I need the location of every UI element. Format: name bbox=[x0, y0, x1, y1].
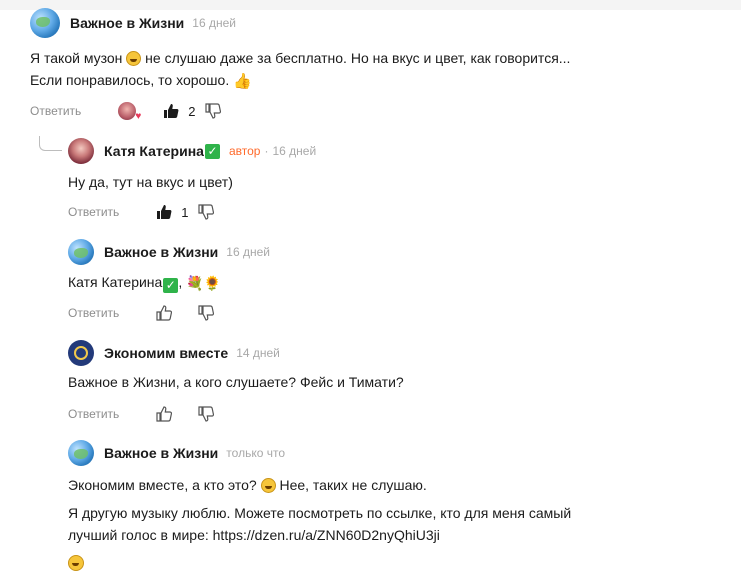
check-icon: ✓ bbox=[163, 278, 179, 293]
comment-actions: Ответить bbox=[68, 304, 215, 322]
thread-connector bbox=[39, 136, 62, 151]
heart-icon: ♥ bbox=[135, 111, 142, 122]
avatar[interactable] bbox=[30, 8, 60, 38]
grin-emoji-icon bbox=[260, 478, 276, 493]
comment-text-part: Если понравилось, то хорошо. bbox=[30, 72, 230, 88]
comment-actions: Ответить 1 bbox=[68, 203, 215, 221]
like-icon[interactable] bbox=[162, 102, 180, 120]
comment-text-part: Нее, таких не слушаю. bbox=[275, 477, 427, 493]
like-icon[interactable] bbox=[155, 405, 173, 423]
comment-actions: Ответить bbox=[68, 405, 215, 423]
avatar[interactable] bbox=[68, 340, 94, 366]
comment-text-part: Экономим вместе, а кто это? bbox=[68, 477, 257, 493]
separator-dot: · bbox=[264, 144, 269, 158]
like-icon[interactable] bbox=[155, 304, 173, 322]
comment-text: Ну да, тут на вкус и цвет) bbox=[68, 174, 233, 190]
comment-text-part: Я другую музыку люблю. Можете посмотреть… bbox=[68, 505, 572, 521]
dislike-icon[interactable] bbox=[204, 102, 222, 120]
comment-text-part: не слушаю даже за бесплатно. Но на вкус … bbox=[141, 50, 571, 66]
author-badge: автор bbox=[228, 144, 261, 158]
reacted-user-avatar[interactable]: ♥ bbox=[118, 102, 141, 122]
like-icon[interactable] bbox=[155, 203, 173, 221]
comment-text-part: , bbox=[178, 274, 183, 290]
avatar[interactable] bbox=[68, 440, 94, 466]
comment-time: только что bbox=[226, 446, 286, 460]
comment-5: Важное в Жизни только что bbox=[68, 440, 285, 466]
comment-text-part: лучший голос в мире: bbox=[68, 527, 213, 543]
dislike-icon[interactable] bbox=[197, 203, 215, 221]
like-count: 2 bbox=[188, 103, 196, 119]
dislike-icon[interactable] bbox=[197, 304, 215, 322]
comment-time: 16 дней bbox=[192, 16, 236, 30]
comment-text: Важное в Жизни, а кого слушаете? Фейс и … bbox=[68, 374, 404, 390]
comment-1: Важное в Жизни 16 дней bbox=[30, 8, 236, 38]
comment-time: 16 дней bbox=[272, 144, 317, 158]
comment-author[interactable]: Важное в Жизни bbox=[70, 15, 184, 31]
comment-time: 14 дней bbox=[236, 346, 280, 360]
dislike-icon[interactable] bbox=[197, 405, 215, 423]
reply-button[interactable]: Ответить bbox=[68, 306, 119, 320]
comment-text: Я такой музон не слушаю даже за бесплатн… bbox=[30, 47, 570, 93]
reply-button[interactable]: Ответить bbox=[68, 205, 119, 219]
sunflower-emoji-icon: 🌻 bbox=[203, 275, 221, 291]
comment-text-part: Я такой музон bbox=[30, 50, 123, 66]
avatar[interactable] bbox=[68, 138, 94, 164]
comment-time: 16 дней bbox=[226, 245, 270, 259]
comment-author[interactable]: Экономим вместе bbox=[104, 345, 228, 361]
comment-4: Экономим вместе 14 дней bbox=[68, 340, 280, 366]
comment-author[interactable]: Важное в Жизни bbox=[104, 445, 218, 461]
comment-text: Катя Катерина ✓, 💐🌻 bbox=[68, 271, 221, 294]
grin-emoji-icon bbox=[68, 555, 84, 571]
comment-2: Катя Катерина ✓ автор · 16 дней bbox=[68, 138, 316, 164]
like-count: 1 bbox=[181, 204, 189, 220]
reply-button[interactable]: Ответить bbox=[30, 104, 81, 118]
avatar[interactable] bbox=[68, 239, 94, 265]
comment-link[interactable]: https://dzen.ru/a/ZNN60D2nyQhiU3ji bbox=[213, 527, 440, 543]
comment-text: Экономим вместе, а кто это? Нее, таких н… bbox=[68, 474, 571, 574]
comment-3: Важное в Жизни 16 дней bbox=[68, 239, 270, 265]
grin-emoji-icon bbox=[126, 51, 142, 66]
mention[interactable]: Катя Катерина bbox=[68, 274, 162, 290]
thumbs-up-emoji-icon: 👍 bbox=[233, 73, 252, 90]
reply-button[interactable]: Ответить bbox=[68, 407, 119, 421]
bouquet-emoji-icon: 💐 bbox=[186, 275, 204, 291]
comment-actions: Ответить ♥ 2 bbox=[30, 102, 222, 122]
comment-author[interactable]: Катя Катерина bbox=[104, 143, 204, 159]
comment-author[interactable]: Важное в Жизни bbox=[104, 244, 218, 260]
check-icon: ✓ bbox=[204, 143, 220, 159]
